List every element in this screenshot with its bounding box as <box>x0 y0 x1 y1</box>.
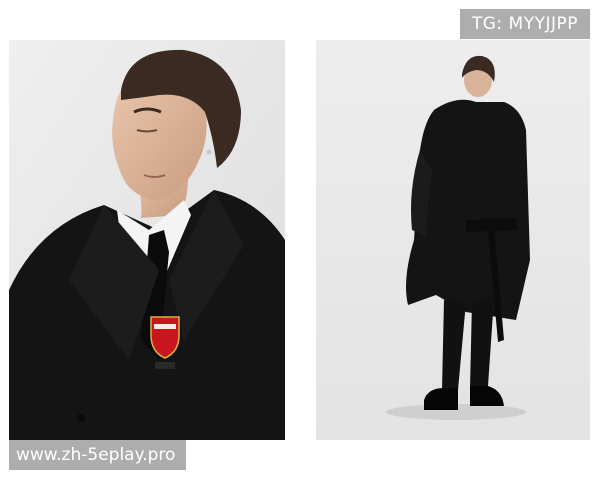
watermark-telegram-tag: TG: MYYJJPP <box>459 9 590 39</box>
close-up-portrait-image <box>9 40 285 440</box>
full-length-portrait-image <box>316 40 590 440</box>
photo-full-length <box>316 40 590 440</box>
photo-close-up <box>9 40 285 440</box>
watermark-site-url: www.zh-5eplay.pro <box>9 440 187 470</box>
